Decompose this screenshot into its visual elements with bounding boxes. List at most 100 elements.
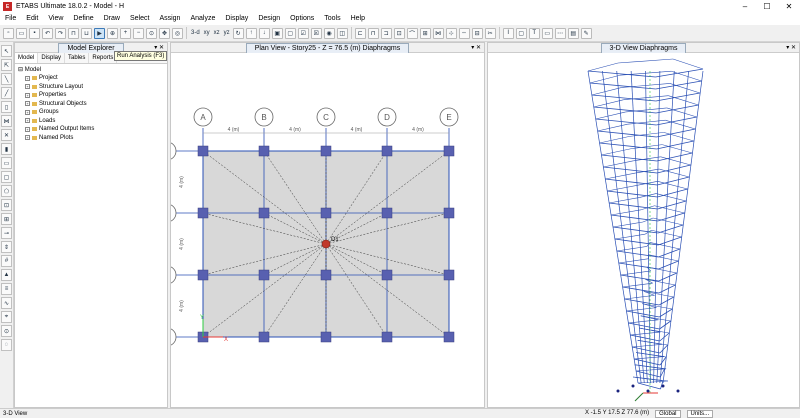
tree-item[interactable]: + Properties [18, 91, 164, 100]
draw-wall-icon[interactable]: ⊓ [367, 27, 379, 39]
menu-display[interactable]: Display [220, 13, 253, 25]
menu-define[interactable]: Define [68, 13, 98, 25]
polygon-icon[interactable]: ⬠ [1, 185, 12, 197]
unlock-icon[interactable]: ⊔ [81, 27, 92, 39]
reshape-icon[interactable]: ⇱ [1, 59, 12, 71]
draw-frame-icon[interactable]: ⊏ [354, 27, 366, 39]
support-icon[interactable]: ▲ [1, 269, 12, 281]
tree-item[interactable]: + Structure Layout [18, 83, 164, 92]
zoom-out-icon[interactable]: − [133, 27, 144, 39]
column-icon[interactable]: ▯ [1, 101, 12, 113]
link-display-icon[interactable]: ⋯ [554, 27, 566, 39]
redo-icon[interactable]: ↷ [55, 27, 66, 39]
open-icon[interactable]: ▭ [16, 27, 27, 39]
maximize-icon[interactable]: ☐ [756, 0, 778, 13]
wall-icon[interactable]: ▮ [1, 143, 12, 155]
view-xz-button[interactable]: xz [213, 30, 221, 36]
tab-display[interactable]: Display [38, 53, 66, 63]
x-brace-icon[interactable]: ✕ [1, 129, 12, 141]
view-xy-button[interactable]: xy [203, 30, 211, 36]
clear-selection-icon[interactable]: ☒ [310, 27, 322, 39]
tree-item[interactable]: + Groups [18, 108, 164, 117]
menu-options[interactable]: Options [285, 13, 319, 25]
plan-view-close-icon[interactable]: ▾ ✕ [471, 43, 481, 53]
menu-design[interactable]: Design [253, 13, 285, 25]
tree-item[interactable]: + Structural Objects [18, 100, 164, 109]
draw-opening-icon[interactable]: ⊡ [393, 27, 405, 39]
rotate-icon[interactable]: ↻ [232, 27, 244, 39]
shell-display-icon[interactable]: ▭ [541, 27, 553, 39]
snap-mid-icon[interactable]: ◌ [1, 339, 12, 351]
pointer-icon[interactable]: ↖ [1, 45, 12, 57]
pan-icon[interactable]: ✥ [159, 27, 170, 39]
draw-link-icon[interactable]: ⌒ [406, 27, 418, 39]
coordinate-system-dropdown[interactable]: Global [655, 409, 681, 418]
draw-point-icon[interactable]: ⊹ [445, 27, 457, 39]
ruler-icon[interactable]: ⇕ [1, 241, 12, 253]
menu-file[interactable]: File [0, 13, 21, 25]
wall-stack-icon[interactable]: ⊞ [1, 213, 12, 225]
draw-dimension-icon[interactable]: ⇔ [458, 27, 470, 39]
zoom-fit-icon[interactable]: ⊙ [146, 27, 157, 39]
view-3d-button[interactable]: 3-d [190, 30, 201, 36]
units-button[interactable]: Units... [686, 409, 714, 418]
rectangle-icon[interactable]: ▢ [1, 171, 12, 183]
tree-item[interactable]: + Project [18, 74, 164, 83]
expand-icon[interactable]: + [25, 135, 30, 141]
draw-slab-icon[interactable]: ⊐ [380, 27, 392, 39]
move-down-icon[interactable]: ↓ [258, 27, 270, 39]
joint-display-icon[interactable]: ▢ [515, 27, 527, 39]
menu-tools[interactable]: Tools [319, 13, 345, 25]
tendon-display-icon[interactable]: ▤ [567, 27, 579, 39]
expand-icon[interactable]: + [25, 118, 30, 124]
save-icon[interactable]: ▪ [29, 27, 40, 39]
plan-drawing[interactable]: A B C D E 4 (m) 4 (m) 4 (m) 4 (m) 4 (m) 4 (m) 4 (m)… [171, 53, 484, 407]
undo-icon[interactable]: ↶ [42, 27, 53, 39]
expand-icon[interactable]: + [25, 109, 30, 115]
zoom-previous-icon[interactable]: ◎ [172, 27, 183, 39]
line-icon[interactable]: ╲ [1, 73, 12, 85]
zoom-in-icon[interactable]: + [120, 27, 131, 39]
tree-item[interactable]: + Named Plots [18, 134, 164, 143]
menu-draw[interactable]: Draw [99, 13, 125, 25]
expand-icon[interactable]: + [25, 126, 30, 132]
frame-display-icon[interactable]: T [528, 27, 540, 39]
grid-icon[interactable]: # [1, 255, 12, 267]
lock-icon[interactable]: ⊓ [68, 27, 79, 39]
draw-section-cut-icon[interactable]: ✂ [484, 27, 496, 39]
opening-icon[interactable]: ⊡ [1, 199, 12, 211]
minimize-icon[interactable]: – [734, 0, 756, 13]
select-icon[interactable]: ☑ [297, 27, 309, 39]
close-icon[interactable]: ✕ [778, 0, 800, 13]
menu-edit[interactable]: Edit [21, 13, 43, 25]
menu-help[interactable]: Help [346, 13, 370, 25]
tab-model[interactable]: Model [15, 53, 39, 63]
tree-root-model[interactable]: ⊟ Model [18, 66, 164, 74]
run-analysis-icon[interactable]: ▶ [94, 27, 105, 39]
object-shrink-icon[interactable]: ◫ [336, 27, 348, 39]
snap-icon[interactable]: ⌖ [1, 311, 12, 323]
tree-item[interactable]: + Loads [18, 117, 164, 126]
expand-icon[interactable]: + [25, 84, 30, 90]
3d-tower-drawing[interactable] [488, 53, 799, 407]
section-cut-icon[interactable]: ≡ [1, 283, 12, 295]
link-icon[interactable]: ⊸ [1, 227, 12, 239]
menu-assign[interactable]: Assign [154, 13, 185, 25]
plan-view-window[interactable]: Plan View - Story25 - Z = 76.5 (m) Diaph… [170, 42, 485, 408]
tree-item[interactable]: + Named Output Items [18, 125, 164, 134]
3d-view-window[interactable]: 3-D View Diaphragms ▾ ✕ [487, 42, 800, 408]
beam-icon[interactable]: ╱ [1, 87, 12, 99]
expand-icon[interactable]: + [25, 92, 30, 98]
floor-icon[interactable]: ▭ [1, 157, 12, 169]
3d-view-close-icon[interactable]: ▾ ✕ [786, 43, 796, 53]
menu-view[interactable]: View [43, 13, 68, 25]
zoom-window-icon[interactable]: ⊕ [107, 27, 118, 39]
draw-beam-icon[interactable]: ⊞ [419, 27, 431, 39]
tab-tables[interactable]: Tables [65, 53, 90, 63]
tendon-icon[interactable]: ∿ [1, 297, 12, 309]
deselect-icon[interactable]: ▢ [284, 27, 296, 39]
draw-grid-icon[interactable]: ⊟ [471, 27, 483, 39]
view-yz-button[interactable]: yz [223, 30, 231, 36]
text-cursor-icon[interactable]: I [502, 27, 514, 39]
expand-icon[interactable]: + [25, 101, 30, 107]
